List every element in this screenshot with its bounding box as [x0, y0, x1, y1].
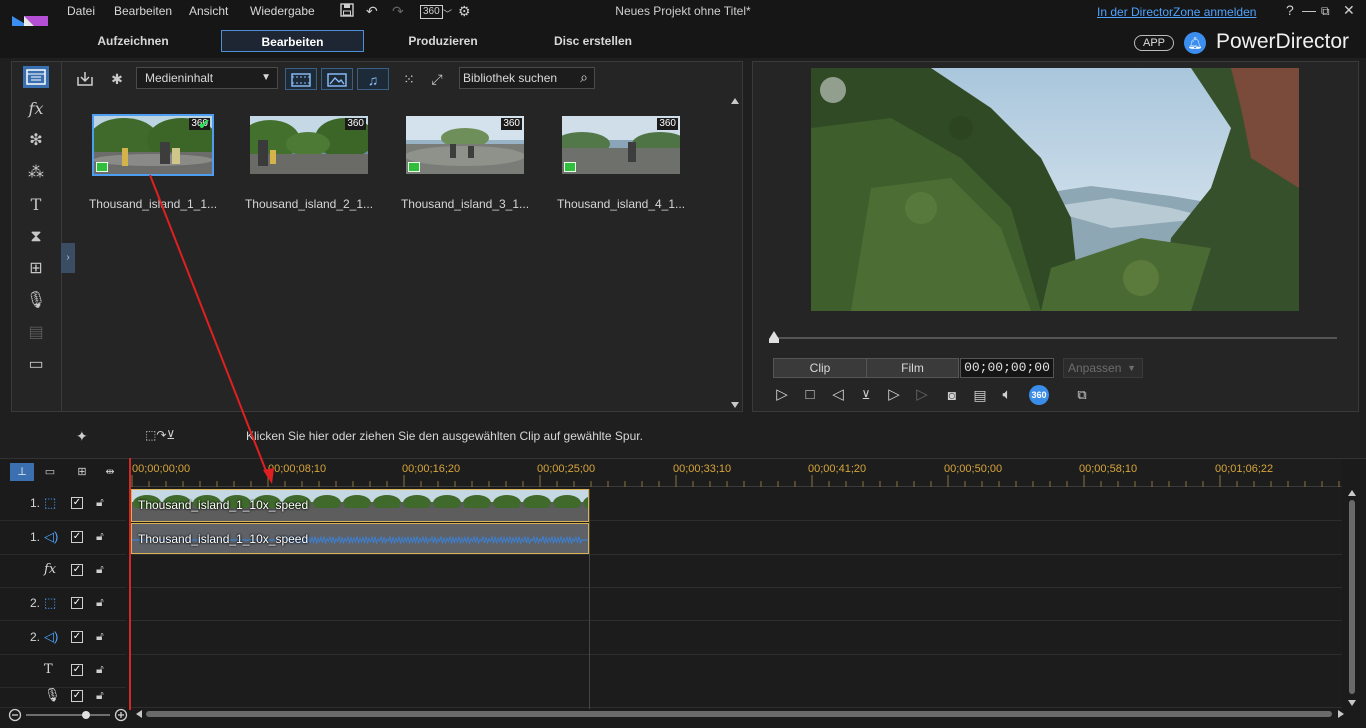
powerdirector-window: Datei Bearbeiten Ansicht Wiedergabe ↶ ↷ … [0, 0, 1366, 728]
timeline-zoom-slider[interactable] [8, 708, 128, 722]
drag-arrow-annotation [149, 174, 274, 484]
timeline-vertical-scrollbar[interactable] [1346, 488, 1358, 708]
timeline-horizontal-scrollbar[interactable] [134, 708, 1346, 720]
